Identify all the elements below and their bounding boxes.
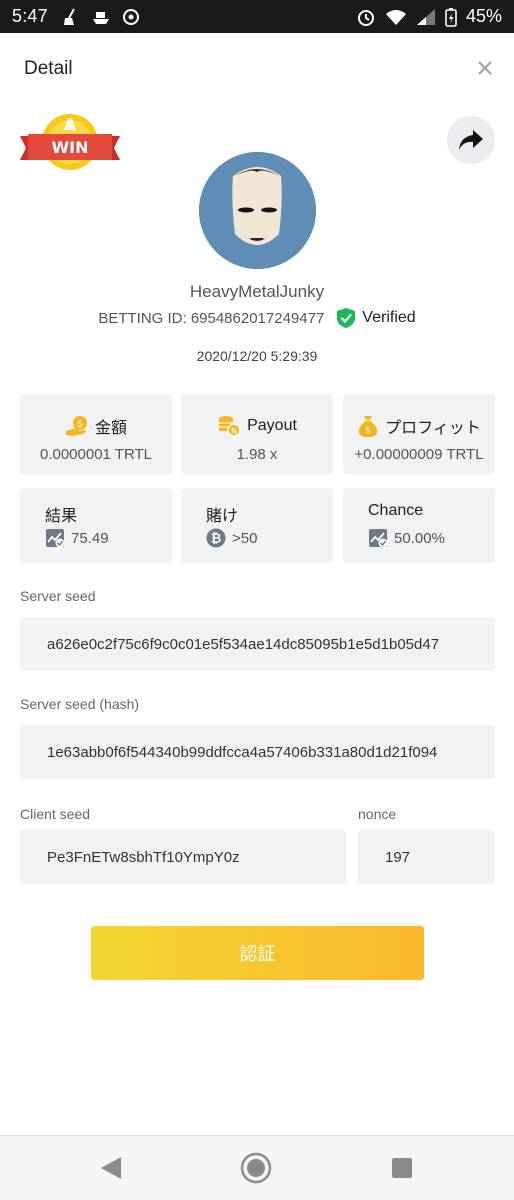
coin-stack-icon: N (219, 416, 241, 437)
stat-card-bet: 賭け ₿ >50 (181, 488, 333, 563)
chart-check-icon (369, 529, 388, 548)
verified-label: Verified (362, 309, 416, 326)
stat-value-payout: 1.98 x (236, 446, 278, 463)
bitcoin-icon: ₿ (206, 528, 226, 548)
nonce-field[interactable]: 197 (358, 830, 495, 884)
stat-card-amount: $ 金額 0.0000001 TRTL (20, 394, 172, 474)
share-button[interactable] (447, 116, 495, 164)
close-icon (478, 61, 492, 75)
server-seed-field[interactable]: a626e0c2f75c6f9c0c01e5f534ae14dc85095b1e… (20, 617, 495, 671)
betting-id-row: BETTING ID: 6954862017249477 Verified (0, 307, 514, 329)
stat-value-profit: +0.00000009 TRTL (354, 446, 484, 463)
client-seed-label: Client seed (20, 806, 91, 822)
share-arrow-icon (459, 130, 483, 150)
status-time: 5:47 (12, 6, 48, 26)
money-hand-icon: $ (65, 416, 87, 436)
cast-icon (122, 8, 139, 25)
signal-icon (416, 8, 435, 25)
status-right-group: 45% (356, 6, 502, 27)
home-icon[interactable] (240, 1152, 272, 1184)
stat-label-amount: 金額 (94, 420, 127, 437)
server-seed-value: a626e0c2f75c6f9c0c01e5f534ae14dc85095b1e… (47, 635, 440, 653)
battery-icon (445, 7, 457, 27)
svg-text:₿: ₿ (211, 532, 222, 547)
stat-label-payout: Payout (247, 417, 297, 434)
avatar (199, 152, 316, 269)
svg-text:$: $ (365, 426, 371, 436)
status-notification-icons (62, 8, 140, 26)
stat-card-chance: Chance 50.00% (343, 488, 495, 563)
client-seed-value: Pe3FnETw8sbhTf10YmpY0z (47, 848, 240, 866)
betting-id: BETTING ID: 6954862017249477 (98, 309, 325, 327)
stat-value-bet: >50 (232, 529, 258, 547)
money-bag-icon: $ (359, 416, 378, 437)
stat-card-result: 結果 75.49 (20, 488, 172, 563)
server-seed-hash-label: Server seed (hash) (20, 696, 140, 712)
noh-mask-avatar-image (199, 152, 316, 269)
stat-label-profit: プロフィット (385, 420, 481, 437)
win-badge-graphic: WIN (20, 114, 120, 170)
ship-icon (92, 11, 109, 24)
bet-date: 2020/12/20 5:29:39 (196, 348, 318, 364)
close-button[interactable] (472, 55, 498, 81)
recent-apps-icon[interactable] (392, 1158, 412, 1178)
alarm-icon (357, 9, 374, 26)
status-bar: 5:47 45% (0, 0, 514, 33)
svg-text:$: $ (77, 419, 83, 430)
server-seed-label: Server seed (20, 588, 96, 604)
back-icon[interactable] (100, 1156, 122, 1180)
system-nav-bar (0, 1135, 514, 1200)
stat-card-payout: N Payout 1.98 x (181, 394, 333, 474)
server-seed-hash-value: 1e63abb0f6f544340b99ddfcca4a57406b331a80… (47, 743, 438, 761)
win-badge-text: WIN (52, 138, 89, 157)
nonce-value: 197 (385, 848, 411, 866)
detail-header: Detail (0, 33, 514, 105)
wifi-icon (385, 9, 406, 25)
battery-percent: 45% (465, 6, 502, 26)
client-seed-field[interactable]: Pe3FnETw8sbhTf10YmpY0z (20, 830, 346, 884)
stat-label-chance: Chance (368, 502, 424, 519)
win-badge: WIN (18, 112, 122, 174)
username: HeavyMetalJunky (189, 282, 325, 301)
server-seed-hash-field[interactable]: 1e63abb0f6f544340b99ddfcca4a57406b331a80… (20, 725, 495, 779)
broom-icon (63, 8, 75, 25)
stat-label-bet: 賭け (206, 508, 239, 525)
svg-text:N: N (231, 427, 237, 436)
nonce-label: nonce (358, 806, 397, 822)
stat-value-chance: 50.00% (394, 529, 445, 547)
chart-check-icon (46, 529, 65, 548)
page-title: Detail (24, 58, 73, 79)
stat-value-result: 75.49 (71, 529, 109, 547)
stat-card-profit: $ プロフィット +0.00000009 TRTL (343, 394, 495, 474)
stat-label-result: 結果 (45, 508, 78, 525)
verify-button[interactable]: 認証 (91, 926, 424, 980)
stat-value-amount: 0.0000001 TRTL (39, 446, 153, 463)
verified-shield-icon (337, 308, 356, 328)
